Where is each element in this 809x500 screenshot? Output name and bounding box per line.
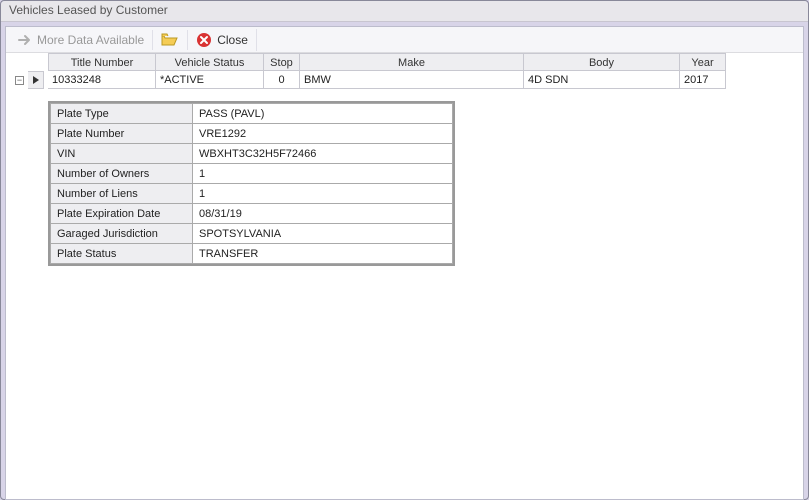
arrow-right-icon (18, 34, 32, 46)
toolbar: More Data Available Close (6, 27, 803, 53)
detail-value: PASS (PAVL) (193, 104, 453, 124)
detail-row: VIN WBXHT3C32H5F72466 (51, 144, 453, 164)
window-title: Vehicles Leased by Customer (9, 3, 168, 17)
content-pane: More Data Available Close Title Number V… (5, 26, 804, 500)
details-table: Plate Type PASS (PAVL) Plate Number VRE1… (50, 103, 453, 264)
row-pointer-icon (33, 76, 39, 84)
close-button[interactable]: Close (188, 29, 257, 51)
detail-row: Plate Type PASS (PAVL) (51, 104, 453, 124)
detail-row: Plate Number VRE1292 (51, 124, 453, 144)
detail-value: VRE1292 (193, 124, 453, 144)
row-handle: − (14, 71, 48, 89)
more-data-button[interactable]: More Data Available (10, 30, 153, 50)
detail-value: 08/31/19 (193, 204, 453, 224)
detail-label: Plate Number (51, 124, 193, 144)
close-label: Close (217, 33, 248, 47)
grid-header-row: Title Number Vehicle Status Stop Make Bo… (48, 53, 803, 71)
detail-row: Number of Liens 1 (51, 184, 453, 204)
detail-label: Garaged Jurisdiction (51, 224, 193, 244)
col-stop[interactable]: Stop (264, 53, 300, 71)
row-selector[interactable] (28, 71, 44, 89)
col-vehicle-status[interactable]: Vehicle Status (156, 53, 264, 71)
cell-title-number: 10333248 (48, 71, 156, 89)
detail-value: WBXHT3C32H5F72466 (193, 144, 453, 164)
col-body[interactable]: Body (524, 53, 680, 71)
detail-value: 1 (193, 164, 453, 184)
collapse-toggle[interactable]: − (15, 76, 24, 85)
cell-year: 2017 (680, 71, 726, 89)
cell-make: BMW (300, 71, 524, 89)
col-title-number[interactable]: Title Number (48, 53, 156, 71)
col-year[interactable]: Year (680, 53, 726, 71)
detail-row: Plate Status TRANSFER (51, 244, 453, 264)
detail-label: Number of Owners (51, 164, 193, 184)
detail-row: Plate Expiration Date 08/31/19 (51, 204, 453, 224)
folder-open-icon (161, 33, 179, 47)
vehicle-details-panel: Plate Type PASS (PAVL) Plate Number VRE1… (48, 101, 455, 266)
detail-label: Plate Status (51, 244, 193, 264)
detail-label: Plate Type (51, 104, 193, 124)
detail-label: Number of Liens (51, 184, 193, 204)
close-icon (196, 32, 212, 48)
detail-row: Number of Owners 1 (51, 164, 453, 184)
col-make[interactable]: Make (300, 53, 524, 71)
title-bar: Vehicles Leased by Customer (1, 1, 808, 22)
vehicle-grid: Title Number Vehicle Status Stop Make Bo… (6, 53, 803, 269)
grid-data-row[interactable]: − 10333248 *ACTIVE 0 BMW 4D SDN 2017 (14, 71, 803, 89)
open-folder-button[interactable] (153, 30, 188, 50)
cell-body: 4D SDN (524, 71, 680, 89)
detail-value: 1 (193, 184, 453, 204)
more-data-label: More Data Available (37, 33, 144, 47)
cell-vehicle-status: *ACTIVE (156, 71, 264, 89)
detail-value: SPOTSYLVANIA (193, 224, 453, 244)
cell-stop: 0 (264, 71, 300, 89)
detail-row: Garaged Jurisdiction SPOTSYLVANIA (51, 224, 453, 244)
detail-label: VIN (51, 144, 193, 164)
detail-label: Plate Expiration Date (51, 204, 193, 224)
detail-value: TRANSFER (193, 244, 453, 264)
